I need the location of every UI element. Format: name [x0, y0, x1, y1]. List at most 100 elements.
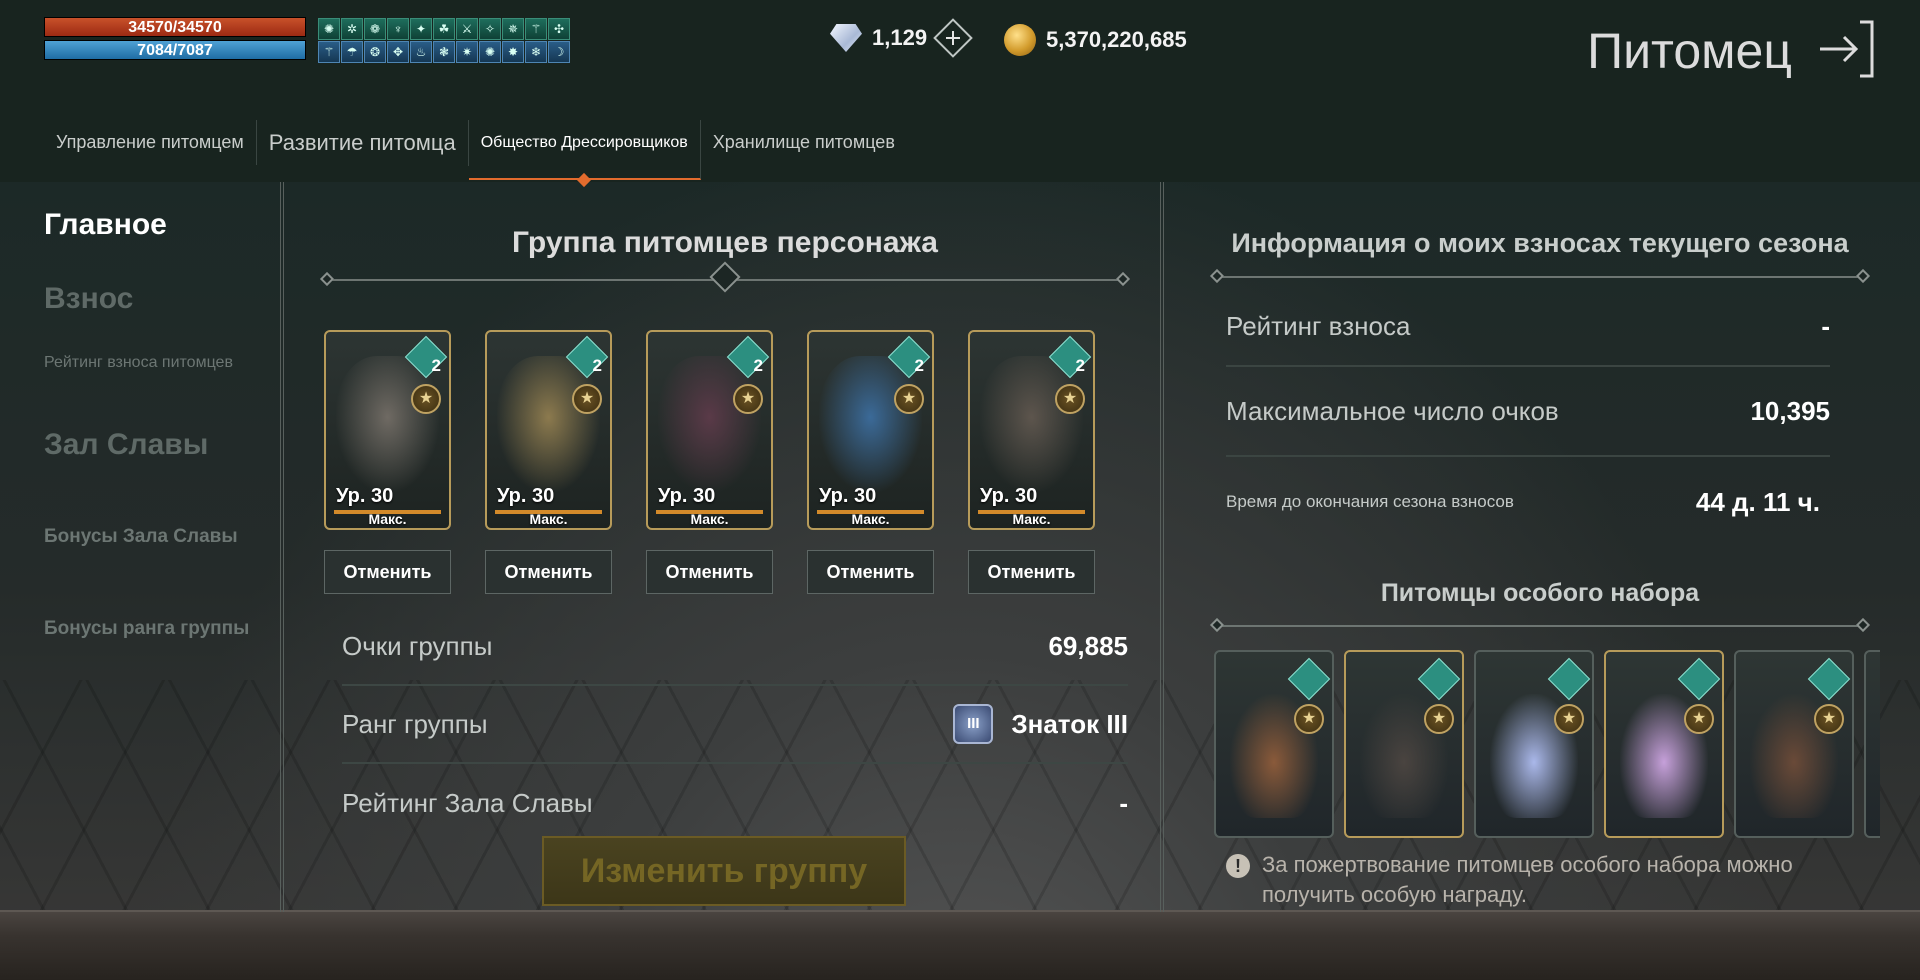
change-group-button[interactable]: Изменить группу: [542, 836, 906, 906]
buff-icon[interactable]: ✣: [548, 18, 570, 40]
cancel-button[interactable]: Отменить: [807, 550, 934, 594]
buff-icon[interactable]: ✲: [341, 18, 363, 40]
max-points-label: Максимальное число очков: [1226, 395, 1559, 426]
star-icon: ★: [894, 384, 924, 414]
grade-badge-icon: [1547, 657, 1591, 701]
pet-card[interactable]: 2 ★ Ур. 30 Макс.: [807, 330, 934, 530]
sidebar-item-main[interactable]: Главное: [44, 208, 274, 242]
cancel-button[interactable]: Отменить: [968, 550, 1095, 594]
pet-max-label: Макс.: [334, 510, 441, 526]
buff-icon[interactable]: ❄: [525, 41, 547, 63]
group-points-row: Очки группы 69,885: [342, 608, 1128, 686]
season-time-row: Время до окончания сезона взносов 44 д. …: [1226, 457, 1830, 547]
special-pet-card[interactable]: ★: [1344, 650, 1464, 838]
sidebar-item-hall-bonuses[interactable]: Бонусы Зала Славы: [44, 526, 274, 548]
season-time-value: 44 д. 11 ч.: [1695, 486, 1820, 517]
exit-icon[interactable]: [1816, 20, 1876, 78]
buff-icon[interactable]: ✺: [318, 18, 340, 40]
buff-icon[interactable]: ❂: [364, 41, 386, 63]
buff-icon[interactable]: ✥: [387, 41, 409, 63]
buff-icon[interactable]: ❃: [433, 41, 455, 63]
pet-card[interactable]: 2 ★ Ур. 30 Макс.: [968, 330, 1095, 530]
gem-amount: 1,129: [872, 25, 928, 50]
buff-icon[interactable]: ✸: [502, 41, 524, 63]
pet-level: Ур. 30: [497, 485, 555, 507]
tab-bar: Управление питомцем Развитие питомца Общ…: [44, 120, 907, 182]
diamond-icon: [830, 24, 862, 52]
buff-icon[interactable]: ✷: [456, 41, 478, 63]
star-icon: ★: [1424, 704, 1454, 734]
contribution-rating-row: Рейтинг взноса -: [1226, 287, 1830, 367]
sidebar-item-rank-bonuses[interactable]: Бонусы ранга группы: [44, 618, 274, 640]
special-pet-card[interactable]: ★: [1214, 650, 1334, 838]
hall-rating-row: Рейтинг Зала Славы -: [342, 764, 1128, 842]
grade-badge-number: 2: [592, 356, 602, 375]
buff-icon[interactable]: ☂: [341, 41, 363, 63]
buff-icon[interactable]: ✧: [479, 18, 501, 40]
grade-badge-icon: [1287, 657, 1331, 701]
pet-card[interactable]: 2 ★ Ур. 30 Макс.: [324, 330, 451, 530]
sidebar-item-contribution-rating[interactable]: Рейтинг взноса питомцев: [44, 354, 274, 372]
grade-badge-number: 2: [431, 356, 441, 375]
buff-icon[interactable]: ⚔: [456, 18, 478, 40]
tab-pet-storage[interactable]: Хранилище питомцев: [701, 120, 907, 165]
group-pet-slot: 2 ★ Ур. 30 Макс. Отменить: [968, 330, 1095, 594]
special-pet-list: ★ ★ ★ ★ ★: [1214, 650, 1880, 838]
group-rank-value-wrap: III Знаток III: [953, 704, 1128, 744]
pet-card[interactable]: 2 ★ Ур. 30 Макс.: [485, 330, 612, 530]
buff-icon[interactable]: ⚚: [525, 18, 547, 40]
info-icon: !: [1226, 854, 1250, 878]
floor-edge: [0, 910, 1920, 980]
cancel-button[interactable]: Отменить: [324, 550, 451, 594]
buff-icon[interactable]: ✦: [410, 18, 432, 40]
pet-max-label: Макс.: [817, 510, 924, 526]
star-icon: ★: [1055, 384, 1085, 414]
buff-icon[interactable]: ✵: [502, 18, 524, 40]
cancel-button[interactable]: Отменить: [646, 550, 773, 594]
group-title: Группа питомцев персонажа: [512, 226, 938, 259]
buff-icon[interactable]: ☘: [433, 18, 455, 40]
group-pet-slot: 2 ★ Ур. 30 Макс. Отменить: [646, 330, 773, 594]
tab-trainers-society[interactable]: Общество Дрессировщиков: [468, 120, 701, 180]
player-status: 34570/34570 7084/7087: [44, 17, 306, 63]
buff-icon[interactable]: ❁: [364, 18, 386, 40]
rank-emblem-icon: III: [953, 704, 994, 744]
star-icon: ★: [1684, 704, 1714, 734]
tab-pet-development[interactable]: Развитие питомца: [257, 120, 469, 166]
group-rank-value: Знаток III: [1011, 708, 1128, 739]
gem-currency: 1,129: [830, 18, 973, 58]
tab-pet-management[interactable]: Управление питомцем: [44, 120, 257, 165]
grade-badge-icon: [1417, 657, 1461, 701]
group-panel: Группа питомцев персонажа 2 ★ Ур. 30 Макс. О…: [290, 182, 1160, 906]
gold-amount: 5,370,220,685: [1046, 27, 1187, 52]
pet-level: Ур. 30: [980, 485, 1038, 507]
mp-bar: 7084/7087: [44, 40, 306, 60]
gold-coin-icon: [1004, 24, 1036, 56]
gold-currency: 5,370,220,685: [1004, 24, 1187, 56]
season-time-label: Время до окончания сезона взносов: [1226, 492, 1514, 511]
max-points-value: 10,395: [1750, 395, 1830, 426]
special-pet-card[interactable]: [1864, 650, 1880, 838]
star-icon: ★: [1294, 704, 1324, 734]
group-points-value: 69,885: [1048, 630, 1128, 661]
buff-icon[interactable]: ♨: [410, 41, 432, 63]
cancel-button[interactable]: Отменить: [485, 550, 612, 594]
buff-icon[interactable]: ⚚: [318, 41, 340, 63]
star-icon: ★: [1814, 704, 1844, 734]
special-pet-card[interactable]: ★: [1734, 650, 1854, 838]
buff-icon[interactable]: ✺: [479, 41, 501, 63]
add-gems-button[interactable]: [933, 18, 973, 58]
pet-card[interactable]: 2 ★ Ур. 30 Макс.: [646, 330, 773, 530]
sidebar-item-hall[interactable]: Зал Славы: [44, 428, 274, 462]
special-pet-card[interactable]: ★: [1604, 650, 1724, 838]
pet-level: Ур. 30: [819, 485, 877, 507]
star-icon: ★: [733, 384, 763, 414]
buff-icon[interactable]: ♆: [387, 18, 409, 40]
sidebar-item-contribution[interactable]: Взнос: [44, 282, 274, 316]
divider: [280, 182, 284, 912]
special-note: ! За пожертвование питомцев особого набо…: [1226, 850, 1880, 910]
ornament-divider: [1209, 616, 1871, 636]
buff-icon[interactable]: ☽: [548, 41, 570, 63]
special-pet-card[interactable]: ★: [1474, 650, 1594, 838]
star-icon: ★: [411, 384, 441, 414]
